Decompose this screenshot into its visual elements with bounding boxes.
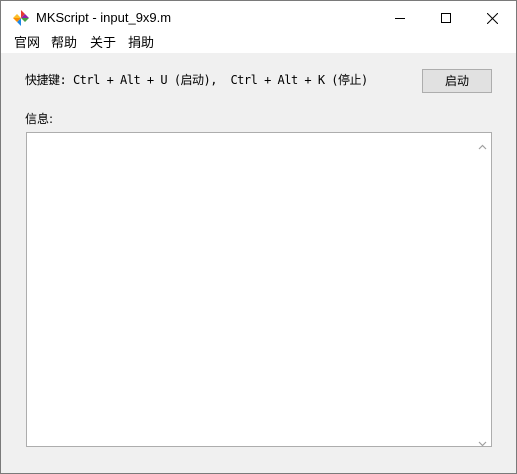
scroll-down-arrow-icon[interactable] [478, 433, 487, 447]
maximize-button[interactable] [423, 1, 469, 35]
start-button[interactable]: 启动 [422, 69, 492, 93]
menu-item-donate[interactable]: 捐助 [128, 36, 154, 52]
minimize-icon [395, 18, 405, 19]
menu-item-about[interactable]: 关于 [90, 36, 116, 52]
pinwheel-icon [12, 9, 30, 27]
app-window: MKScript - input_9x9.m 官网 帮助 关于 捐助 快捷键: … [0, 0, 517, 474]
minimize-button[interactable] [377, 1, 423, 35]
menu-bar: 官网 帮助 关于 捐助 [1, 35, 516, 53]
title-bar[interactable]: MKScript - input_9x9.m [1, 1, 516, 35]
info-textarea[interactable] [26, 132, 492, 447]
info-label: 信息: [25, 112, 54, 126]
vertical-scrollbar[interactable] [474, 133, 491, 447]
hotkey-hint: 快捷键: Ctrl + Alt + U (启动), Ctrl + Alt + K… [25, 73, 368, 87]
scroll-up-arrow-icon[interactable] [478, 137, 487, 150]
menu-item-website[interactable]: 官网 [14, 36, 40, 52]
menu-item-help[interactable]: 帮助 [51, 36, 77, 52]
close-button[interactable] [469, 1, 515, 35]
window-title: MKScript - input_9x9.m [36, 10, 172, 25]
main-panel: 快捷键: Ctrl + Alt + U (启动), Ctrl + Alt + K… [1, 53, 516, 473]
close-icon [486, 12, 498, 24]
maximize-icon [441, 13, 451, 23]
